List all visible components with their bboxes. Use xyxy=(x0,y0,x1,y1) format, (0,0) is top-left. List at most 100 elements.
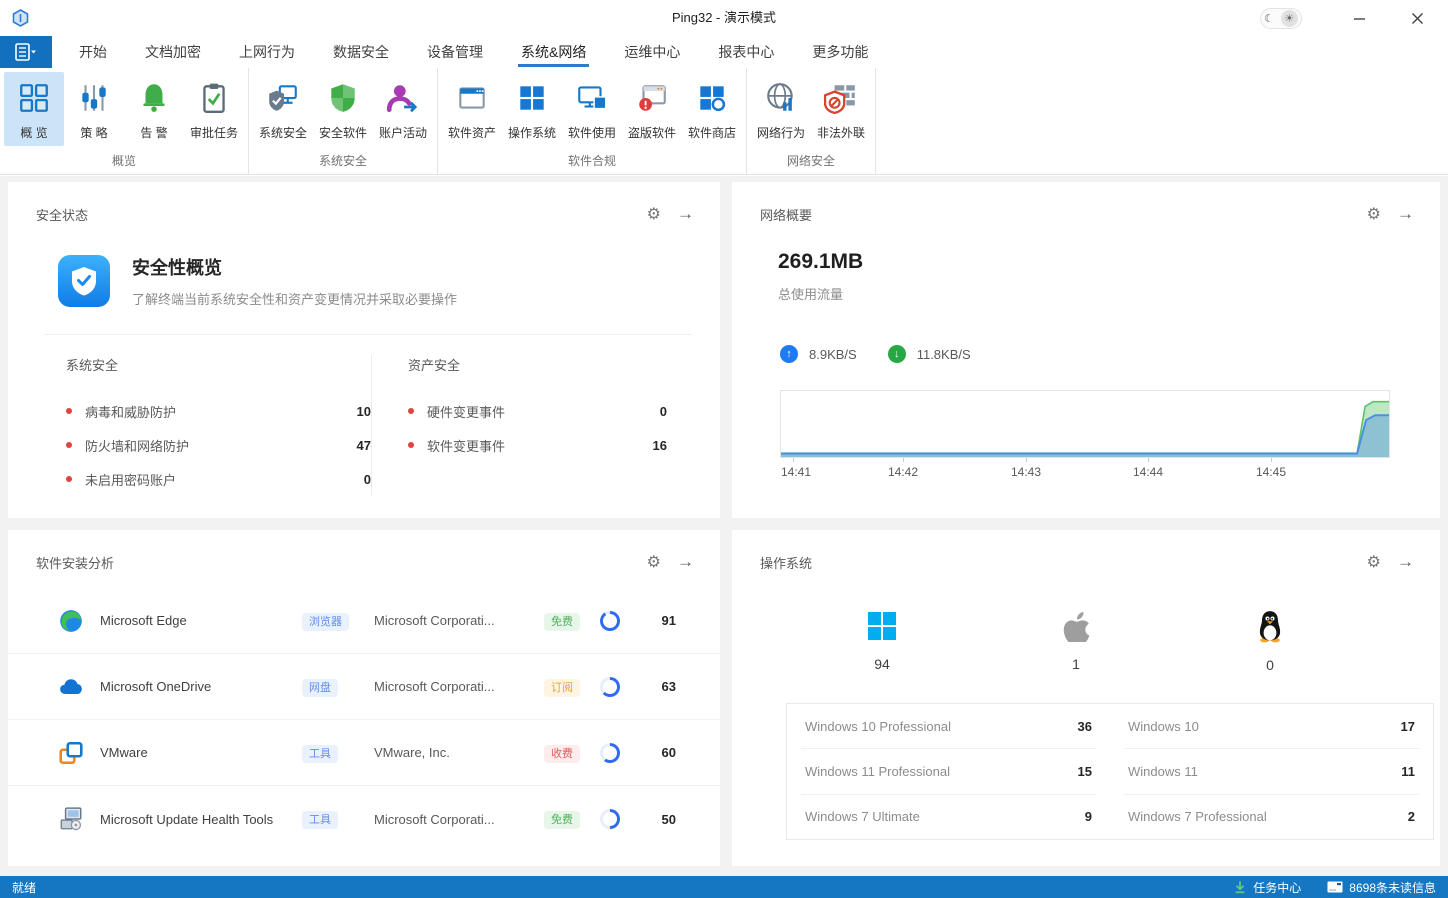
software-asset-button[interactable]: 软件资产 xyxy=(442,72,502,146)
platform-apple[interactable]: 1 xyxy=(1016,610,1136,673)
overview-button[interactable]: 概 览 xyxy=(4,72,64,146)
operating-system-panel: 操作系统 ⚙ → 94 1 0 Windows 10 Prof xyxy=(732,530,1440,866)
system-security-section: 系统安全 病毒和威胁防护 10 防火墙和网络防护 47 未启用密码账户 0 xyxy=(66,355,371,496)
ribbon-group-label: 网络安全 xyxy=(751,146,871,174)
ribbon-group-label: 软件合规 xyxy=(442,146,742,174)
arrow-right-icon[interactable]: → xyxy=(677,552,694,572)
panel-title: 软件安装分析 xyxy=(36,553,114,572)
titlebar: Ping32 - 演示模式 ☾ ☀ xyxy=(0,0,1448,36)
theme-toggle[interactable]: ☾ ☀ xyxy=(1260,8,1302,29)
os-version-table: Windows 10 Professional 36 Windows 11 Pr… xyxy=(786,703,1434,840)
platform-linux[interactable]: 0 xyxy=(1210,610,1330,673)
ribbon-group-system-security: 系统安全 安全软件 账户活动 系统安全 xyxy=(249,68,438,174)
tab-document-encryption[interactable]: 文档加密 xyxy=(126,36,220,68)
tab-web-behavior[interactable]: 上网行为 xyxy=(220,36,314,68)
pirated-software-button[interactable]: 盗版软件 xyxy=(622,72,682,146)
list-item[interactable]: 病毒和威胁防护 10 xyxy=(66,394,371,428)
x-tick-label: 14:41 xyxy=(781,465,811,479)
x-tick-label: 14:42 xyxy=(888,465,918,479)
task-center-button[interactable]: 任务中心 xyxy=(1233,879,1301,896)
arrow-right-icon[interactable]: → xyxy=(1397,552,1414,572)
unread-messages-button[interactable]: 8698条未读信息 xyxy=(1327,879,1436,896)
price-badge: 收费 xyxy=(544,745,580,763)
asset-security-section: 资产安全 硬件变更事件 0 软件变更事件 16 xyxy=(371,355,671,496)
approval-tasks-button[interactable]: 审批任务 xyxy=(184,72,244,146)
operating-system-button[interactable]: 操作系统 xyxy=(502,72,562,146)
security-overview: 安全性概览 了解终端当前系统安全性和资产变更情况并采取必要操作 xyxy=(58,254,720,308)
table-row: Windows 10 17 xyxy=(1124,704,1419,749)
security-status-panel: 安全状态 ⚙ → 安全性概览 了解终端当前系统安全性和资产变更情况并采取必要操作… xyxy=(8,182,720,518)
gear-icon[interactable]: ⚙ xyxy=(647,552,661,572)
arrow-right-icon[interactable]: → xyxy=(1397,204,1414,224)
table-row: Windows 10 Professional 36 xyxy=(801,704,1096,749)
software-usage-button[interactable]: 软件使用 xyxy=(562,72,622,146)
window-title: Ping32 - 演示模式 xyxy=(0,0,1448,36)
ribbon-group-label: 系统安全 xyxy=(253,146,433,174)
approval-clipboard-icon xyxy=(197,78,231,118)
list-item[interactable]: 未启用密码账户 0 xyxy=(66,462,371,496)
status-ready: 就绪 xyxy=(12,879,1207,896)
windows-logo-icon xyxy=(866,610,898,642)
red-dot-icon xyxy=(408,408,414,414)
tab-report-center[interactable]: 报表中心 xyxy=(699,36,793,68)
shield-badge-icon xyxy=(58,255,110,307)
alert-button[interactable]: 告 警 xyxy=(124,72,184,146)
security-overview-desc: 了解终端当前系统安全性和资产变更情况并采取必要操作 xyxy=(132,289,457,308)
close-button[interactable] xyxy=(1394,0,1440,36)
tab-more-functions[interactable]: 更多功能 xyxy=(793,36,887,68)
installer-icon xyxy=(58,806,84,832)
red-dot-icon xyxy=(66,476,72,482)
traffic-area-chart xyxy=(780,390,1390,458)
system-security-button[interactable]: 系统安全 xyxy=(253,72,313,146)
ribbon-group-network-security: 网络行为 非法外联 网络安全 xyxy=(747,68,876,174)
onedrive-icon xyxy=(58,674,84,700)
list-item[interactable]: 硬件变更事件 0 xyxy=(408,394,671,428)
tab-start[interactable]: 开始 xyxy=(60,36,126,68)
policy-button[interactable]: 策 略 xyxy=(64,72,124,146)
x-tick-label: 14:44 xyxy=(1133,465,1163,479)
software-row-vmware[interactable]: VMware 工具 VMware, Inc. 收费 60 xyxy=(8,720,720,786)
security-software-button[interactable]: 安全软件 xyxy=(313,72,373,146)
sun-icon[interactable]: ☀ xyxy=(1281,10,1298,27)
table-row: Windows 7 Professional 2 xyxy=(1124,795,1419,839)
category-badge: 浏览器 xyxy=(302,613,349,631)
list-item[interactable]: 防火墙和网络防护 47 xyxy=(66,428,371,462)
arrow-right-icon[interactable]: → xyxy=(677,204,694,224)
user-arrow-icon xyxy=(386,78,420,118)
download-icon xyxy=(1233,880,1247,895)
gear-icon[interactable]: ⚙ xyxy=(1367,552,1381,572)
app-menu-button[interactable] xyxy=(0,36,52,68)
software-row-update-health-tools[interactable]: Microsoft Update Health Tools 工具 Microso… xyxy=(8,786,720,852)
software-store-button[interactable]: 软件商店 xyxy=(682,72,742,146)
software-row-edge[interactable]: Microsoft Edge 浏览器 Microsoft Corporati..… xyxy=(8,588,720,654)
linux-penguin-icon xyxy=(1256,610,1284,643)
gear-icon[interactable]: ⚙ xyxy=(647,204,661,224)
install-ratio-ring xyxy=(600,677,620,697)
download-speed: 11.8KB/S xyxy=(917,347,971,362)
minimize-button[interactable] xyxy=(1336,0,1382,36)
gear-icon[interactable]: ⚙ xyxy=(1367,204,1381,224)
tab-device-management[interactable]: 设备管理 xyxy=(408,36,502,68)
tab-data-security[interactable]: 数据安全 xyxy=(314,36,408,68)
monitor-window-icon xyxy=(575,78,609,118)
green-shield-icon xyxy=(326,78,360,118)
install-ratio-ring xyxy=(600,611,620,631)
axis-tick xyxy=(1148,458,1149,462)
vmware-icon xyxy=(58,740,84,766)
account-activity-button[interactable]: 账户活动 xyxy=(373,72,433,146)
moon-icon[interactable]: ☾ xyxy=(1264,12,1274,25)
tab-ops-center[interactable]: 运维中心 xyxy=(605,36,699,68)
list-item[interactable]: 软件变更事件 16 xyxy=(408,428,671,462)
illegal-connection-button[interactable]: 非法外联 xyxy=(811,72,871,146)
menu-tabs: 开始 文档加密 上网行为 数据安全 设备管理 系统&网络 运维中心 报表中心 更… xyxy=(60,36,887,68)
panel-title: 安全状态 xyxy=(36,205,88,224)
app-window-icon xyxy=(455,78,489,118)
ribbon-group-overview: 概 览 策 略 告 警 审批任务 概览 xyxy=(0,68,249,174)
category-badge: 工具 xyxy=(302,745,338,763)
software-row-onedrive[interactable]: Microsoft OneDrive 网盘 Microsoft Corporat… xyxy=(8,654,720,720)
panel-title: 操作系统 xyxy=(760,553,812,572)
network-behavior-button[interactable]: 网络行为 xyxy=(751,72,811,146)
alert-bell-icon xyxy=(137,78,171,118)
tab-system-network[interactable]: 系统&网络 xyxy=(502,36,605,68)
platform-windows[interactable]: 94 xyxy=(822,610,942,673)
